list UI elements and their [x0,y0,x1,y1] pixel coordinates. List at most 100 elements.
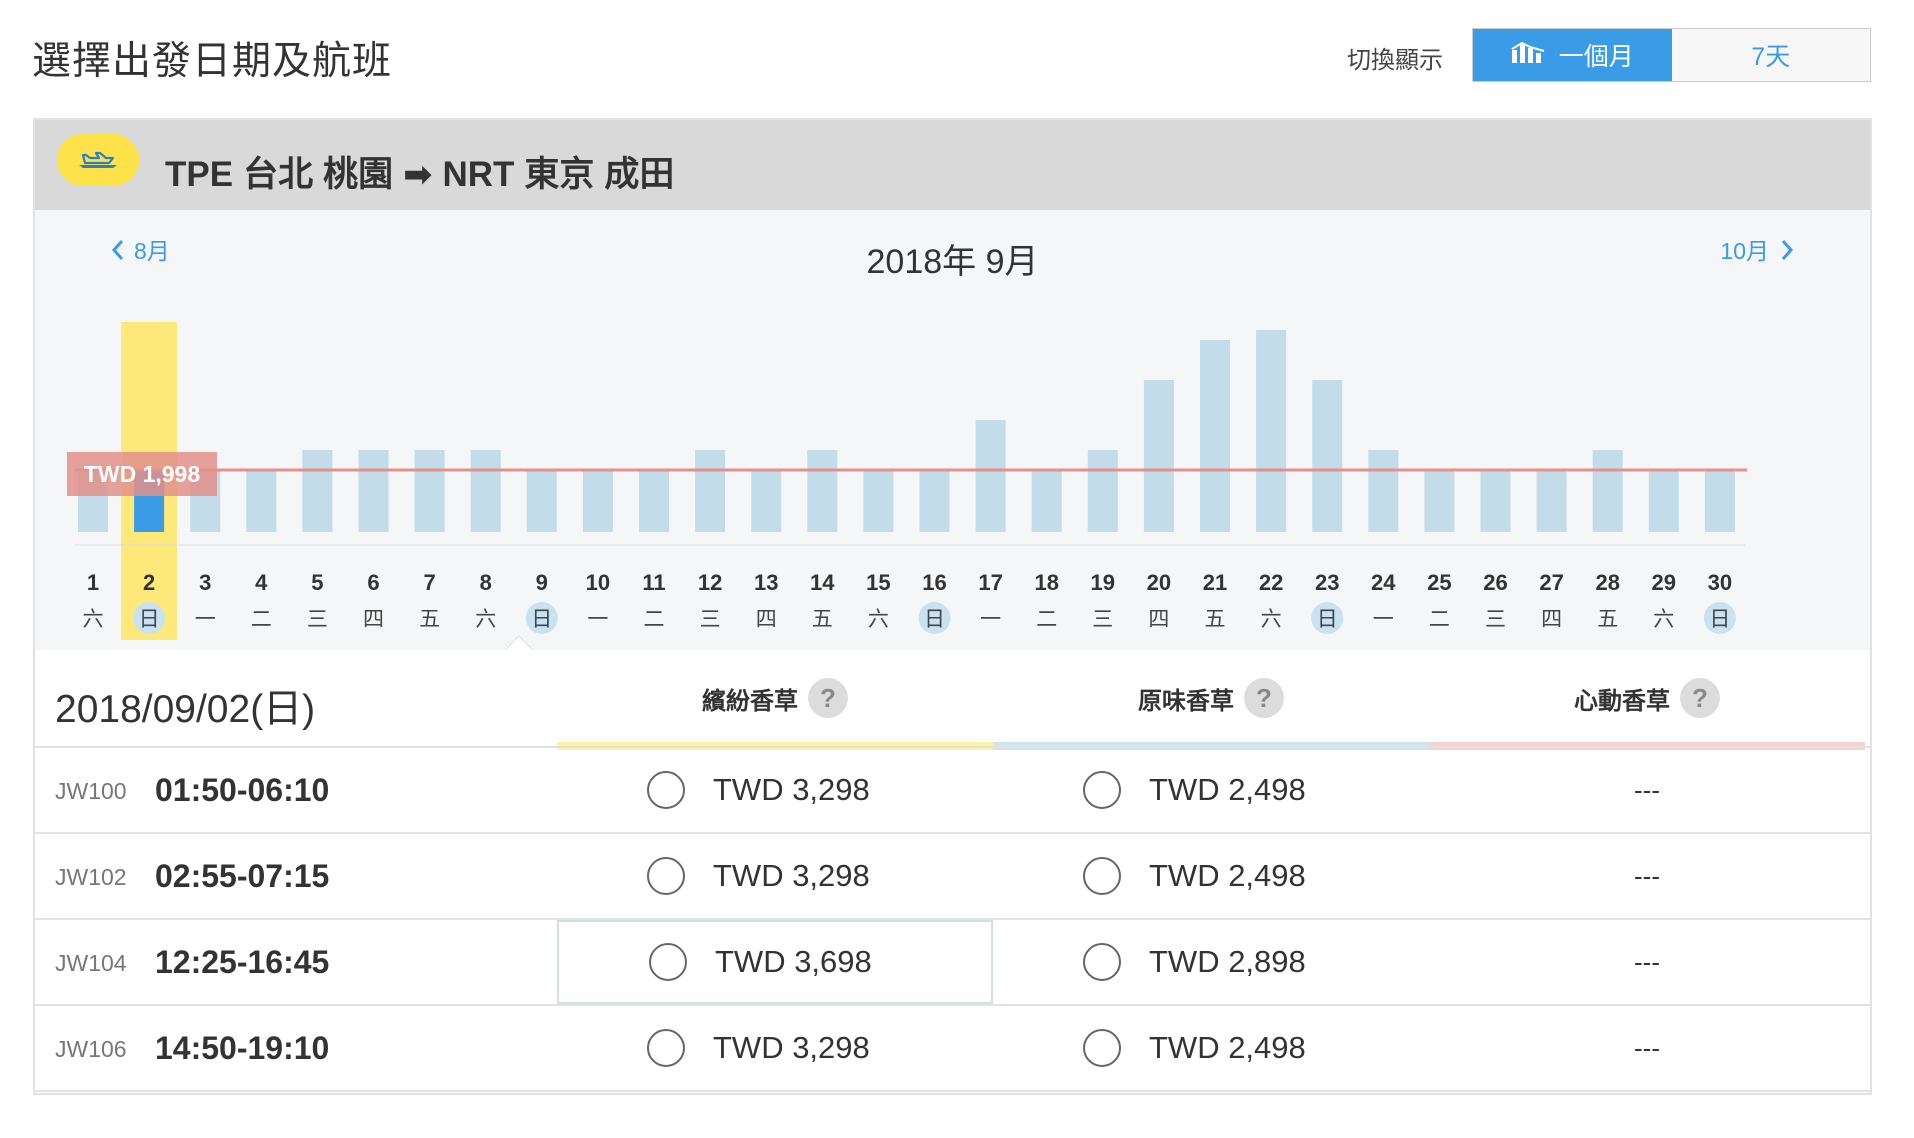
price-bar-day-12[interactable] [695,450,726,532]
fare-unavailable: --- [1429,1006,1865,1090]
fare-price: TWD 3,698 [715,944,872,979]
weekday-label: 日 [924,607,945,631]
day-number: 17 [978,570,1002,595]
day-number: 3 [199,570,211,595]
price-bar-day-26[interactable] [1480,470,1511,532]
price-bar-day-29[interactable] [1648,470,1679,532]
toggle-month-button[interactable]: 一個月 [1473,29,1672,81]
fare-option[interactable]: TWD 3,298 [557,748,993,832]
weekday-label: 二 [1036,607,1057,631]
weekday-label: 四 [1148,607,1169,631]
price-bar-day-30[interactable] [1704,470,1735,532]
price-bar-day-4[interactable] [246,470,277,532]
price-bar-day-22[interactable] [1256,330,1287,532]
fare-option[interactable]: TWD 3,698 [557,920,993,1004]
price-bar-day-10[interactable] [582,470,613,532]
fare-dash: --- [1634,946,1660,977]
price-bar-day-25[interactable] [1424,470,1455,532]
day-number: 18 [1034,570,1058,595]
fare-price: TWD 3,298 [713,772,870,807]
price-bar-day-17[interactable] [975,420,1006,532]
radio-button[interactable] [649,943,687,981]
weekday-label: 日 [1709,607,1730,631]
day-number: 12 [698,570,722,595]
price-bar-day-27[interactable] [1536,470,1567,532]
flight-time: 12:25-16:45 [155,944,330,980]
fare-price: TWD 2,898 [1149,944,1306,979]
flight-code: JW106 [55,1036,127,1062]
toggle-week-label: 7天 [1751,43,1791,71]
fare-option[interactable]: TWD 2,498 [993,834,1429,918]
price-bar-day-28[interactable] [1592,450,1623,532]
dest-city: 東京 [524,155,595,194]
help-icon[interactable]: ? [1680,678,1720,718]
price-bar-day-18[interactable] [1031,470,1062,532]
weekday-label: 三 [1092,607,1113,631]
radio-button[interactable] [647,857,685,895]
price-bar-day-19[interactable] [1087,450,1118,532]
price-bar-day-5[interactable] [302,450,333,532]
fare-price: TWD 2,498 [1149,1030,1306,1065]
flight-time: 02:55-07:15 [155,858,330,894]
dest-code: NRT [442,155,515,194]
help-icon[interactable]: ? [808,678,848,718]
route-text: TPE 台北 桃園 ➡ NRT 東京 成田 [165,146,684,197]
route-bar: TPE 台北 桃園 ➡ NRT 東京 成田 [35,120,1870,210]
price-bar-day-23[interactable] [1312,380,1343,532]
weekday-label: 日 [531,607,552,631]
day-number: 16 [922,570,946,595]
day-number: 27 [1539,570,1563,595]
price-bar-day-7[interactable] [414,450,445,532]
price-bar-day-21[interactable] [1200,340,1230,532]
radio-button[interactable] [1083,1029,1121,1067]
radio-button[interactable] [1083,771,1121,809]
radio-button[interactable] [647,1029,685,1067]
day-number: 1 [87,570,99,595]
weekday-label: 二 [644,607,665,631]
day-number: 14 [810,570,835,595]
price-bar-day-11[interactable] [639,470,669,532]
weekday-label: 五 [1205,607,1226,631]
weekday-label: 三 [700,607,721,631]
toggle-week-button[interactable]: 7天 [1671,29,1870,81]
radio-button[interactable] [647,771,685,809]
weekday-label: 二 [1429,607,1450,631]
fare-option[interactable]: TWD 2,498 [993,1006,1429,1090]
help-icon[interactable]: ? [1244,678,1284,718]
price-bar-day-9[interactable] [526,470,557,532]
plane-icon [79,151,117,168]
fare-option[interactable]: TWD 2,898 [993,920,1429,1004]
price-bar-day-8[interactable] [470,450,501,532]
day-number: 25 [1427,570,1451,595]
price-bar-day-16[interactable] [919,470,950,532]
price-bar-day-6[interactable] [358,450,389,532]
selected-date: 2018/09/02(日) [55,688,316,731]
fare-option[interactable]: TWD 3,298 [557,834,993,918]
weekday-label: 五 [1597,607,1618,631]
fare-class-name: 繽紛香草 [702,687,798,715]
radio-button[interactable] [1083,857,1121,895]
fare-class-heart: 心動香草 ? [1429,650,1865,746]
fare-price: TWD 3,298 [713,1030,870,1065]
price-bar-day-24[interactable] [1368,450,1399,532]
weekday-label: 六 [1653,607,1674,631]
weekday-label: 六 [475,607,496,631]
price-bar-day-20[interactable] [1143,380,1174,532]
weekday-label: 六 [868,607,889,631]
day-number: 11 [642,570,665,595]
plane-badge [57,134,139,186]
fare-class-name: 原味香草 [1138,687,1234,715]
price-bar-day-13[interactable] [751,470,782,532]
weekday-label: 二 [251,607,272,631]
day-number: 24 [1371,570,1396,595]
day-number: 8 [480,570,492,595]
weekday-label: 一 [587,607,608,631]
fare-unavailable: --- [1429,920,1865,1004]
dest-airport: 成田 [604,155,675,194]
fare-option[interactable]: TWD 3,298 [557,1006,993,1090]
fare-option[interactable]: TWD 2,498 [993,748,1429,832]
radio-button[interactable] [1083,943,1121,981]
price-bar-day-14[interactable] [807,450,838,532]
route-arrow-icon: ➡ [403,155,433,194]
price-bar-day-15[interactable] [863,470,894,532]
